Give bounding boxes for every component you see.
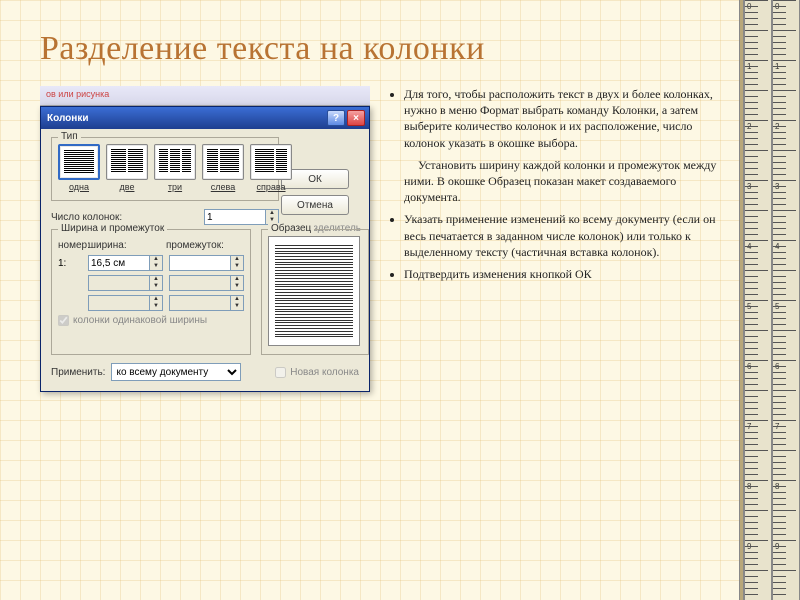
width-row: ▲▼▲▼: [58, 275, 244, 291]
body-text: Для того, чтобы расположить текст в двух…: [390, 86, 720, 392]
body-bullet: Для того, чтобы расположить текст в двух…: [404, 86, 720, 151]
width-input-stepper[interactable]: ▲▼: [88, 255, 163, 271]
chevron-up-icon: ▲: [150, 296, 162, 303]
gap-input: [169, 275, 231, 291]
width-row: ▲▼▲▼: [58, 295, 244, 311]
width-input: [88, 275, 150, 291]
type-option-label: три: [154, 182, 196, 192]
type-option-label: слева: [202, 182, 244, 192]
gap-input-stepper[interactable]: ▲▼: [169, 255, 244, 271]
apply-label: Применить:: [51, 367, 105, 378]
chevron-up-icon[interactable]: ▲: [266, 210, 278, 217]
dialog-titlebar[interactable]: Колонки ? ×: [41, 107, 369, 129]
newcol-label: Новая колонка: [290, 367, 359, 378]
chevron-down-icon[interactable]: ▼: [150, 263, 162, 270]
width-input-stepper: ▲▼: [88, 295, 163, 311]
body-bullet: Указать применение изменений ко всему до…: [404, 211, 720, 260]
gap-input: [169, 295, 231, 311]
chevron-down-icon[interactable]: ▼: [231, 263, 243, 270]
newcol-checkbox[interactable]: [275, 367, 286, 378]
body-bullet: Установить ширину каждой колонки и проме…: [404, 157, 720, 206]
equal-width-checkbox[interactable]: [58, 315, 69, 326]
apply-dropdown[interactable]: ко всему документу: [111, 363, 241, 381]
type-option-4[interactable]: справа: [250, 144, 292, 192]
type-option-label: две: [106, 182, 148, 192]
type-option-1[interactable]: две: [106, 144, 148, 192]
page-title: Разделение текста на колонки: [40, 30, 720, 68]
numcols-label: Число колонок:: [51, 212, 122, 223]
chevron-up-icon[interactable]: ▲: [231, 256, 243, 263]
col-num-header: номер:: [58, 240, 82, 251]
gap-input-stepper: ▲▼: [169, 295, 244, 311]
chevron-down-icon: ▼: [150, 303, 162, 310]
chevron-up-icon[interactable]: ▲: [150, 256, 162, 263]
width-group-label: Ширина и промежуток: [58, 223, 167, 234]
numcols-input[interactable]: [204, 209, 266, 225]
type-option-3[interactable]: слева: [202, 144, 244, 192]
chevron-down-icon: ▼: [150, 283, 162, 290]
app-toolbar: ов или рисунка: [40, 86, 370, 106]
sample-preview: [268, 236, 360, 346]
chevron-down-icon: ▼: [231, 283, 243, 290]
type-label: Тип: [58, 131, 81, 142]
chevron-up-icon: ▲: [231, 276, 243, 283]
width-row: 1:▲▼▲▼: [58, 255, 244, 271]
type-options: однадветрислевасправа: [58, 144, 272, 192]
width-input[interactable]: [88, 255, 150, 271]
width-input: [88, 295, 150, 311]
close-icon[interactable]: ×: [347, 110, 365, 126]
type-option-0[interactable]: одна: [58, 144, 100, 192]
type-option-label: одна: [58, 182, 100, 192]
gap-input-stepper: ▲▼: [169, 275, 244, 291]
body-bullet: Подтвердить изменения кнопкой ОК: [404, 266, 720, 282]
type-option-label: справа: [250, 182, 292, 192]
dialog-title: Колонки: [47, 113, 88, 124]
sample-label: Образец: [268, 223, 314, 234]
width-rows: 1:▲▼▲▼▲▼▲▼▲▼▲▼: [58, 255, 244, 311]
col-width-header: ширина:: [88, 240, 160, 251]
chevron-up-icon: ▲: [231, 296, 243, 303]
type-option-2[interactable]: три: [154, 144, 196, 192]
col-gap-header: промежуток:: [166, 240, 224, 251]
equal-width-label: колонки одинаковой ширины: [73, 315, 207, 326]
cancel-button[interactable]: Отмена: [281, 195, 349, 215]
columns-dialog: Колонки ? × ОК Отмена Тип: [40, 106, 370, 392]
chevron-up-icon: ▲: [150, 276, 162, 283]
chevron-down-icon: ▼: [231, 303, 243, 310]
gap-input[interactable]: [169, 255, 231, 271]
width-input-stepper: ▲▼: [88, 275, 163, 291]
help-icon[interactable]: ?: [327, 110, 345, 126]
